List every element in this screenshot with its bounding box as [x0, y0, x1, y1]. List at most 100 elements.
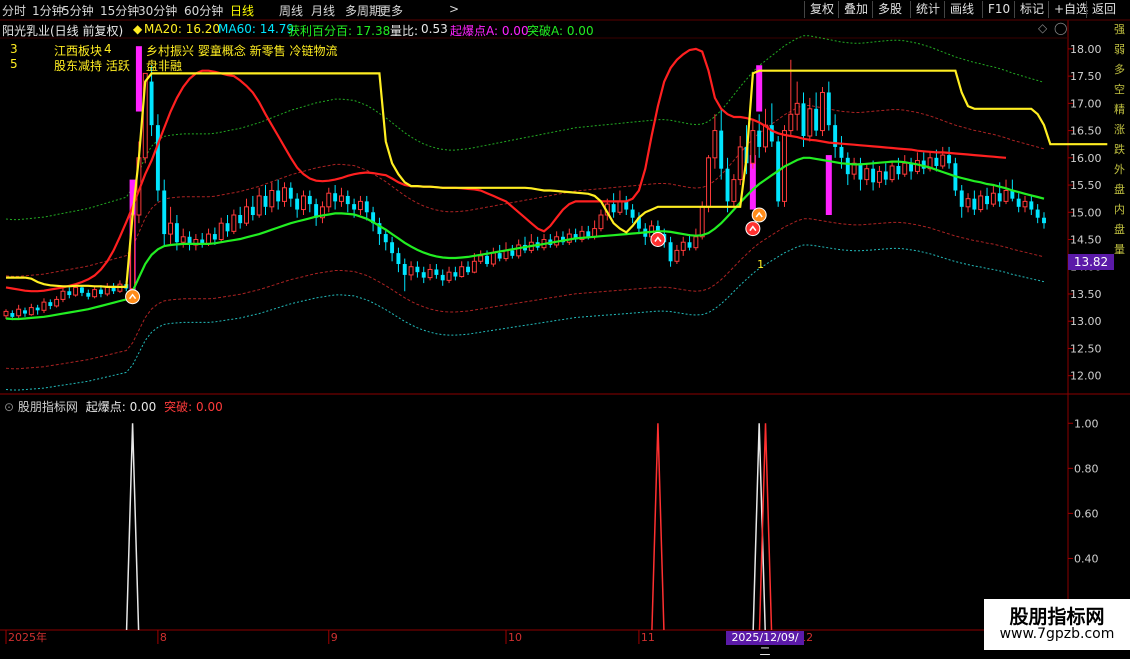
watermark-url: www.7gpzb.com: [999, 626, 1115, 642]
candle-body: [617, 200, 623, 213]
candle-body: [750, 130, 756, 164]
indicator-spike: [752, 423, 766, 631]
x-tick-label: 8: [160, 631, 167, 644]
watermark: 股朋指标网 www.7gpzb.com: [984, 599, 1130, 650]
concept-number: 3: [10, 42, 18, 56]
indicator-spike: [758, 423, 773, 631]
candle-body: [624, 201, 629, 210]
candle-body: [510, 250, 515, 256]
y-tick-label: 14.50: [1070, 234, 1102, 247]
candle-body: [326, 192, 332, 208]
candle-body: [206, 233, 211, 245]
candle-body: [453, 272, 458, 277]
right-column-char: 多: [1114, 63, 1125, 76]
candle-body: [1042, 217, 1046, 224]
candle-body: [402, 264, 407, 275]
ind-y-tick-label: 0.40: [1074, 552, 1099, 565]
candle-body: [263, 195, 268, 207]
annotation-label: 1: [757, 258, 764, 271]
candle-body: [801, 103, 806, 137]
candle-body: [67, 291, 72, 296]
candle-body: [10, 313, 15, 317]
candle-body: [1029, 201, 1034, 210]
ind-y-tick-label: 0.60: [1074, 507, 1099, 520]
candle-body: [586, 231, 591, 237]
indicator-burst: 起爆点: 0.00: [85, 400, 157, 414]
candle-body: [1003, 189, 1009, 202]
candle-body: [940, 154, 946, 167]
candle-body: [434, 269, 439, 275]
y-tick-label: 18.00: [1070, 43, 1102, 56]
y-tick-label: 16.00: [1070, 152, 1102, 165]
candle-body: [959, 190, 964, 207]
candle-body: [427, 268, 433, 279]
candle-body: [396, 253, 401, 265]
y-tick-label: 16.50: [1070, 125, 1102, 138]
y-tick-label: 15.50: [1070, 179, 1102, 192]
right-column-char: 弱: [1114, 43, 1125, 56]
candle-body: [466, 266, 470, 273]
signal-marker: [751, 207, 767, 223]
candle-body: [250, 206, 255, 215]
right-column-char: 强: [1114, 23, 1125, 36]
right-column-char: 涨: [1114, 123, 1125, 136]
candle-body: [978, 195, 984, 211]
y-tick-label: 12.00: [1070, 370, 1102, 383]
candle-body: [111, 287, 116, 292]
concept-number: 5: [10, 57, 18, 71]
indicator-break: 突破: 0.00: [164, 400, 223, 414]
candle-body: [485, 255, 489, 265]
candle-body: [687, 242, 692, 248]
x-tick-label: 2025年: [8, 630, 47, 644]
candle-body: [864, 168, 870, 181]
price-tag: 13.82: [1068, 254, 1114, 270]
candle-body: [390, 242, 395, 254]
indicator-spike: [125, 423, 140, 631]
right-column-char: 跌: [1114, 143, 1125, 156]
candle-body: [352, 204, 357, 210]
candle-body: [706, 157, 712, 208]
candle-body: [288, 187, 293, 199]
chart-canvas: 18.00 17.50 17.00 16.50 16.00 15.50 15.00 14.50…: [0, 19, 1130, 644]
candle-body: [990, 192, 996, 205]
candle-body: [858, 163, 863, 180]
candle-body: [149, 81, 154, 126]
candle-body: [693, 236, 699, 249]
candle-body: [794, 102, 800, 115]
candle-body: [269, 189, 275, 208]
candle-body: [421, 272, 426, 278]
collapse-icon[interactable]: ⊙: [4, 400, 14, 414]
candle-body: [699, 206, 705, 238]
candle-body: [446, 271, 452, 281]
candle-body: [972, 198, 977, 210]
indicator-title: ⊙ 股朋指标网 起爆点: 0.00 突破: 0.00: [4, 398, 223, 415]
candle-body: [180, 236, 186, 243]
candle-body: [238, 215, 243, 224]
candle-body: [383, 234, 388, 243]
candle-body: [440, 274, 445, 281]
candle-body: [23, 310, 27, 314]
candle-body: [876, 170, 882, 183]
candle-body: [212, 234, 217, 240]
candle-body: [73, 286, 79, 296]
candle-body: [769, 125, 774, 142]
concept-name: 股东减持 活跃: [54, 59, 130, 73]
y-tick-label: 13.50: [1070, 288, 1102, 301]
signal-marker: [125, 289, 141, 305]
right-column-char: 盘: [1114, 183, 1125, 196]
candle-body: [737, 146, 743, 181]
candle-body: [338, 195, 344, 202]
candle-body: [256, 195, 262, 216]
y-tick-label: 12.50: [1070, 342, 1102, 355]
candle-body: [598, 214, 604, 230]
candle-body: [934, 157, 939, 166]
right-column-char: 内: [1114, 203, 1125, 216]
candle-body: [826, 92, 831, 126]
candle-body: [807, 108, 813, 137]
candle-body: [712, 130, 718, 159]
candle-body: [225, 223, 230, 232]
candle-body: [947, 155, 952, 164]
candle-body: [104, 286, 110, 295]
x-tick-label: 11: [641, 631, 655, 644]
candle-body: [48, 302, 53, 306]
